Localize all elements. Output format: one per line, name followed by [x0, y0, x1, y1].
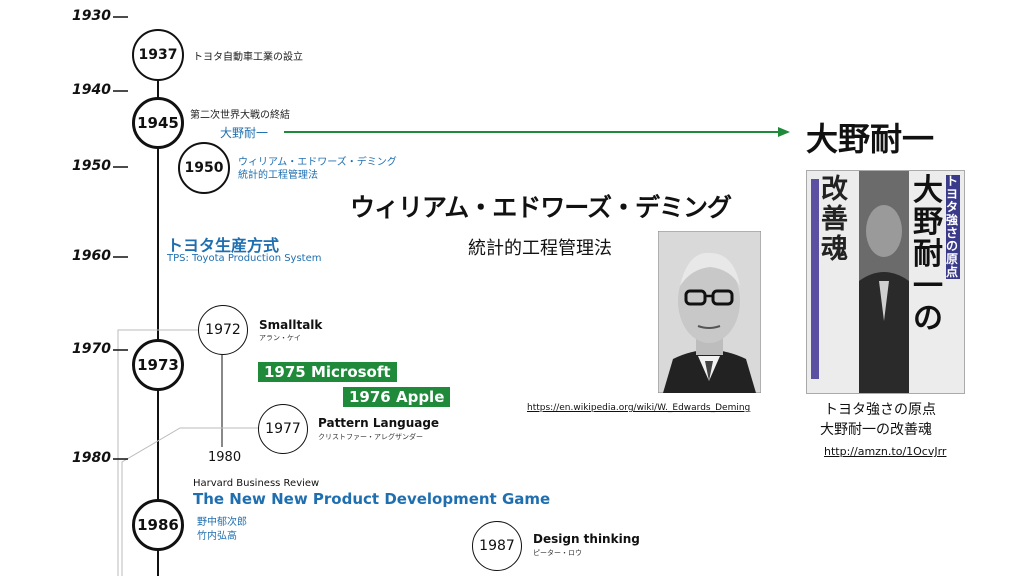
design-thinking-label: Design thinking [533, 532, 640, 546]
decade-1970: 1970 [72, 341, 111, 357]
pattern-language-author: クリストファー・アレグザンダー [318, 433, 423, 441]
smalltalk-author: アラン・ケイ [259, 334, 301, 342]
deming-wiki-link[interactable]: https://en.wikipedia.org/wiki/W._Edwards… [527, 403, 750, 413]
ohno-book-banner: トヨタ強さの原点 [946, 174, 960, 279]
ohno-book-portrait [859, 171, 909, 393]
event-label-1945: 第二次世界大戦の終結 [190, 110, 290, 121]
author-takeuchi: 竹内弘高 [197, 531, 237, 542]
year-circle-1945: 1945 [132, 97, 184, 149]
decade-1930: 1930 [72, 8, 111, 24]
ohno-amazon-link[interactable]: http://amzn.to/1OcvJrr [824, 445, 946, 458]
ohno-book-subtitle: 大野耐一の改善魂 [820, 422, 932, 438]
ohno-book-vertical-title: 大野耐一の [913, 173, 943, 336]
event-label-1937: トヨタ自動車工業の設立 [193, 52, 303, 63]
year-circle-1987: 1987 [472, 521, 522, 571]
year-circle-1986: 1986 [132, 499, 184, 551]
year-circle-1972: 1972 [198, 305, 248, 355]
branch-year-1980: 1980 [208, 450, 242, 465]
ohno-book-left-title: 改善魂 [821, 174, 848, 265]
nnpdg-title: The New New Product Development Game [193, 490, 551, 508]
year-circle-1937: 1937 [132, 29, 184, 81]
design-thinking-author: ピーター・ロウ [533, 549, 582, 557]
ohno-title: 大野耐一 [806, 120, 935, 158]
year-circle-1950: 1950 [178, 142, 230, 194]
ohno-timeline-label: 大野耐一 [220, 126, 269, 140]
ohno-book-cover: 改善魂 トヨタ強さの原点 大野耐一の [806, 170, 965, 394]
deming-subtitle: 統計的工程管理法 [468, 238, 612, 259]
hbr-label: Harvard Business Review [193, 478, 320, 489]
decade-1980: 1980 [72, 450, 111, 466]
decade-1940: 1940 [72, 82, 111, 98]
apple-badge: 1976 Apple [343, 387, 451, 407]
year-circle-1973: 1973 [132, 339, 184, 391]
deming-title: ウィリアム・エドワーズ・デミング [350, 193, 732, 222]
pattern-language-label: Pattern Language [318, 416, 440, 430]
ohno-book-title: トヨタ強さの原点 [824, 402, 936, 418]
author-nonaka: 野中郁次郎 [197, 517, 247, 528]
microsoft-badge: 1975 Microsoft [258, 362, 397, 382]
ohno-book-side-strip [811, 179, 819, 379]
decade-1960: 1960 [72, 248, 111, 264]
smalltalk-label: Smalltalk [259, 318, 323, 332]
decade-1950: 1950 [72, 158, 111, 174]
tps-subtitle: TPS: Toyota Production System [167, 253, 322, 264]
year-circle-1977: 1977 [258, 404, 308, 454]
deming-timeline-sub: 統計的工程管理法 [238, 170, 318, 181]
deming-photo [658, 231, 761, 393]
